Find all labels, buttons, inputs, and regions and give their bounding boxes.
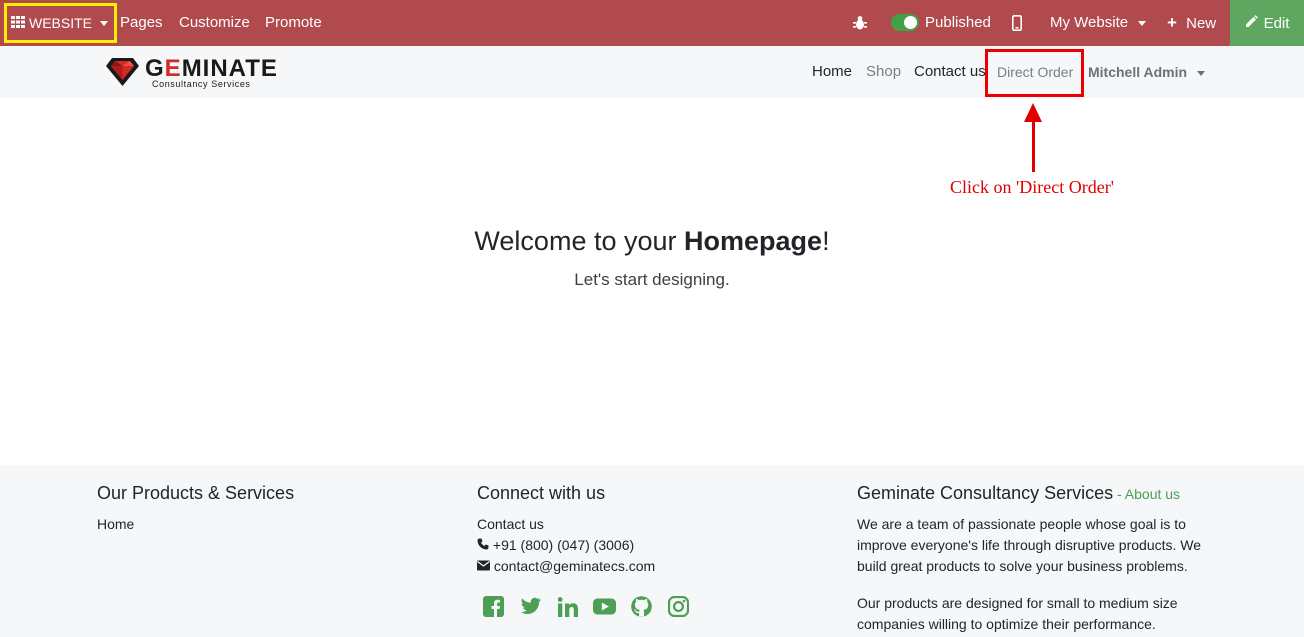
- promote-menu[interactable]: Promote: [265, 0, 322, 46]
- footer-products-column: Our Products & Services Home: [97, 483, 294, 535]
- nav-contact-us[interactable]: Contact us: [914, 46, 986, 98]
- footer-about-heading: Geminate Consultancy Services - About us: [857, 483, 1181, 503]
- new-label: New: [1186, 15, 1217, 32]
- phone-icon: [477, 537, 493, 553]
- caret-down-icon: [1138, 20, 1147, 26]
- footer-link-contact-us[interactable]: Contact us: [477, 514, 655, 535]
- publish-toggle[interactable]: [891, 14, 919, 31]
- user-name: Mitchell Admin: [1088, 64, 1188, 80]
- website-menu-label: WEBSITE: [29, 15, 93, 31]
- linkedin-icon[interactable]: [556, 595, 579, 618]
- footer-connect-heading: Connect with us: [477, 483, 606, 503]
- site-footer: Our Products & Services Home Connect wit…: [0, 465, 1304, 637]
- admin-navbar: WEBSITE Pages Customize Promote Publishe…: [0, 0, 1304, 46]
- edit-button[interactable]: Edit: [1230, 0, 1304, 46]
- nav-shop[interactable]: Shop: [866, 46, 901, 98]
- youtube-icon[interactable]: [593, 595, 616, 618]
- company-logo[interactable]: GEMINATE Consultancy Services: [106, 55, 286, 90]
- twitter-icon[interactable]: [519, 595, 542, 618]
- hero-title: Welcome to your Homepage!: [474, 226, 830, 256]
- direct-order-highlight-box: [985, 49, 1084, 97]
- customize-menu[interactable]: Customize: [179, 0, 250, 46]
- published-label[interactable]: Published: [925, 0, 991, 46]
- annotation-arrow-line: [1032, 120, 1035, 172]
- plus-icon: +: [1167, 13, 1177, 32]
- instagram-icon[interactable]: [667, 595, 690, 618]
- footer-email: contact@geminatecs.com: [477, 556, 655, 577]
- facebook-icon[interactable]: [482, 595, 505, 618]
- envelope-icon: [477, 558, 494, 574]
- site-header: GEMINATE Consultancy Services Home Shop …: [0, 46, 1304, 98]
- footer-connect-column: Connect with us Contact us +91 (800) (04…: [477, 483, 655, 577]
- mobile-preview-icon[interactable]: [1012, 15, 1022, 32]
- social-links: [482, 595, 690, 618]
- diamond-logo-icon: [106, 58, 139, 86]
- footer-about-column: Geminate Consultancy Services - About us…: [857, 483, 1207, 635]
- caret-down-icon: [100, 20, 109, 26]
- footer-link-home[interactable]: Home: [97, 514, 294, 535]
- logo-subtitle: Consultancy Services: [152, 79, 251, 89]
- annotation-text: Click on 'Direct Order': [950, 177, 1114, 197]
- github-icon[interactable]: [630, 595, 653, 618]
- apps-grid-icon: [11, 15, 25, 32]
- nav-home[interactable]: Home: [812, 46, 852, 98]
- footer-about-paragraph-1: We are a team of passionate people whose…: [857, 516, 1202, 574]
- my-website-dropdown[interactable]: My Website: [1050, 0, 1147, 46]
- pencil-icon: [1245, 14, 1258, 32]
- user-menu[interactable]: Mitchell Admin: [1088, 46, 1205, 98]
- footer-link-about-us[interactable]: About us: [1125, 486, 1180, 502]
- new-button[interactable]: + New: [1167, 0, 1216, 46]
- my-website-label: My Website: [1050, 14, 1129, 31]
- website-menu-button[interactable]: WEBSITE: [4, 3, 117, 43]
- caret-down-icon: [1196, 70, 1205, 76]
- footer-about-paragraph-2: Our products are designed for small to m…: [857, 595, 1178, 632]
- hero-subtitle: Let's start designing.: [574, 270, 730, 289]
- bug-icon[interactable]: [853, 15, 867, 31]
- footer-phone: +91 (800) (047) (3006): [477, 535, 655, 556]
- pages-menu[interactable]: Pages: [120, 0, 163, 46]
- edit-label: Edit: [1263, 14, 1290, 32]
- footer-products-heading: Our Products & Services: [97, 483, 295, 503]
